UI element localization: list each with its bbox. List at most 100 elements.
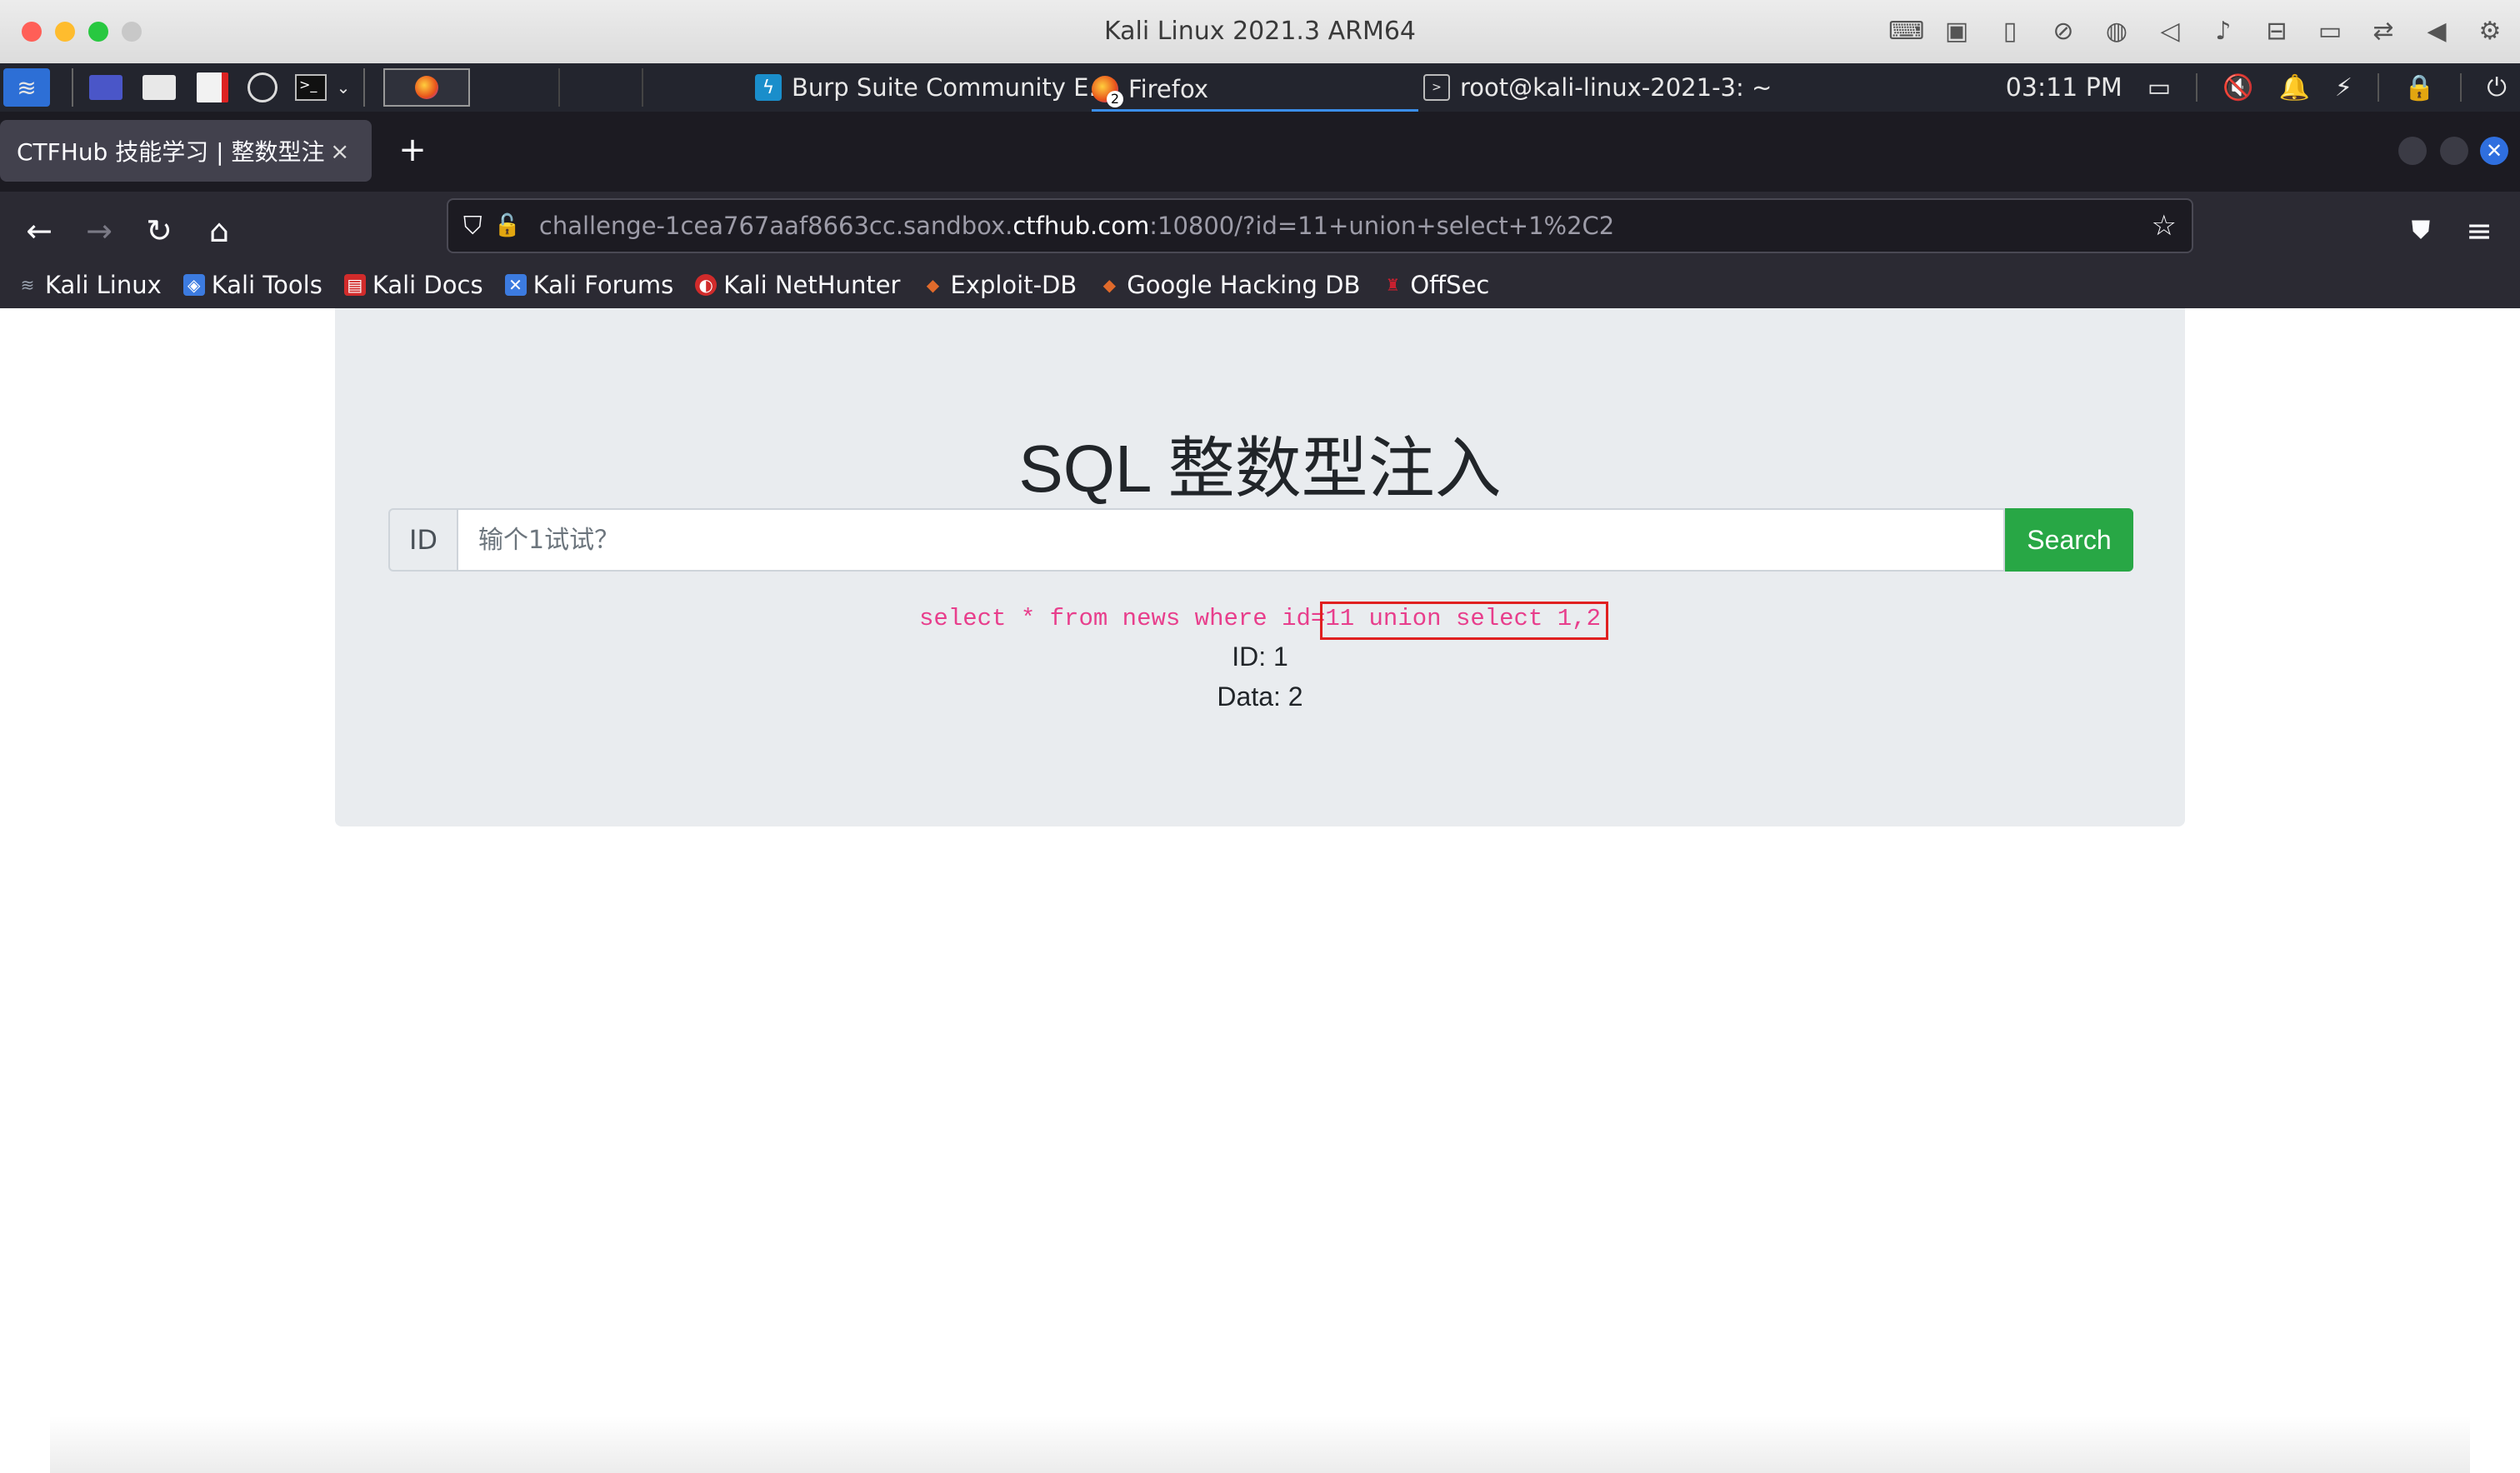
text-editor-icon — [197, 72, 228, 102]
panel-separator — [558, 68, 560, 107]
vm-toolbar: ⌨ ▣ ▯ ⊘ ◍ ◁ ♪ ⊟ ▭ ⇄ ◀ ⚙ — [1888, 15, 2505, 48]
kali-dragon-icon: ≋ — [17, 73, 37, 102]
url-prefix: challenge-1cea767aaf8663cc.sandbox. — [538, 212, 1013, 240]
search-form: ID Search — [388, 508, 2133, 572]
url-suffix: :10800/?id=11+union+select+1%2C2 — [1149, 212, 1615, 240]
panel-separator — [642, 68, 643, 107]
forward-arrow-icon[interactable]: → — [78, 210, 120, 252]
workspace-switcher[interactable] — [383, 68, 470, 107]
url-text: challenge-1cea767aaf8663cc.sandbox.ctfhu… — [539, 212, 1614, 240]
firefox-icon: 2 — [1092, 75, 1123, 107]
bookmark-kali-docs[interactable]: ▤ Kali Docs — [343, 271, 483, 299]
bookmark-kali-tools[interactable]: ◈ Kali Tools — [182, 271, 322, 299]
url-domain: ctfhub.com — [1012, 212, 1150, 240]
panel-separator — [2196, 73, 2198, 102]
taskbar-burp[interactable]: ϟ Burp Suite Community E... — [755, 68, 1112, 107]
system-tray: 03:11 PM ▭ 🔇 🔔 ⚡ 🔒 ⏻ — [2006, 68, 2507, 107]
globe-icon[interactable]: ◍ — [2102, 15, 2132, 48]
search-input[interactable] — [458, 508, 2005, 572]
result-data: Data: 2 — [1217, 682, 1303, 712]
burp-icon: ϟ — [755, 74, 782, 101]
video-icon[interactable]: ▭ — [2315, 15, 2345, 48]
display-icon[interactable]: ▭ — [2148, 73, 2171, 102]
camera-off-icon[interactable]: ⊘ — [2048, 15, 2078, 48]
notification-bell-icon[interactable]: 🔔 — [2278, 73, 2309, 102]
close-browser-button[interactable]: ✕ — [2480, 137, 2508, 165]
window-count-badge: 2 — [1107, 90, 1123, 107]
search-button[interactable]: Search — [2005, 508, 2133, 572]
folder-icon — [142, 75, 176, 100]
reload-icon[interactable]: ↻ — [138, 210, 180, 252]
taskbar-firefox-label: Firefox — [1128, 74, 1208, 103]
bookmark-google-hacking-db[interactable]: ◆ Google Hacking DB — [1098, 271, 1361, 299]
bookmark-label: Kali Tools — [211, 271, 322, 299]
bookmark-star-icon[interactable]: ☆ — [2152, 209, 2177, 242]
offsec-icon: ♜ — [1385, 275, 1401, 295]
maximize-browser-button[interactable] — [2440, 137, 2468, 165]
file-manager-button[interactable] — [140, 68, 178, 107]
tab-ctfhub[interactable]: CTFHub 技能学习 | 整数型注入 × — [0, 120, 372, 182]
taskbar-burp-label: Burp Suite Community E... — [792, 73, 1112, 102]
page-jumbotron: SQL 整数型注入 ID Search select * from news w… — [335, 308, 2185, 826]
kali-docs-icon: ▤ — [343, 274, 366, 296]
browser-tab-strip: CTFHub 技能学习 | 整数型注入 × + ✕ — [0, 112, 2520, 192]
bookmark-offsec[interactable]: ♜ OffSec — [1382, 271, 1489, 299]
kali-icon: ≋ — [20, 275, 35, 295]
sql-query: select * from news where id=11 union sel… — [335, 605, 2185, 632]
panel-separator — [2460, 73, 2462, 102]
speaker-icon[interactable]: ◁ — [2155, 15, 2185, 48]
back-triangle-icon[interactable]: ◀ — [2422, 15, 2452, 48]
new-tab-button[interactable]: + — [392, 130, 433, 172]
text-editor-button[interactable] — [193, 68, 232, 107]
clock[interactable]: 03:11 PM — [2006, 73, 2122, 102]
bookmark-kali-nethunter[interactable]: ◐ Kali NetHunter — [695, 271, 900, 299]
bookmark-exploit-db[interactable]: ◆ Exploit-DB — [922, 271, 1078, 299]
mouse-icon[interactable]: ▯ — [1995, 15, 2025, 48]
power-icon[interactable]: ⚡ — [2335, 73, 2352, 102]
insecure-lock-icon[interactable]: 🔓 — [494, 213, 521, 238]
keyboard-icon[interactable]: ⌨ — [1888, 15, 1924, 48]
nethunter-icon: ◐ — [695, 274, 718, 296]
tab-close-icon[interactable]: × — [330, 137, 349, 165]
globe-icon — [248, 72, 278, 102]
hamburger-menu-icon[interactable]: ≡ — [2458, 210, 2500, 252]
terminal-icon: > — [1423, 74, 1450, 101]
home-icon[interactable]: ⌂ — [198, 210, 240, 252]
taskbar-terminal[interactable]: > root@kali-linux-2021-3: ~ — [1423, 68, 1772, 107]
url-bar[interactable]: ⛉ 🔓 challenge-1cea767aaf8663cc.sandbox.c… — [447, 198, 2193, 253]
chevron-down-icon[interactable]: ⌄ — [332, 68, 355, 107]
page-title: SQL 整数型注入 — [1018, 432, 1502, 506]
browser-navbar: ← → ↻ ⌂ ⛉ 🔓 challenge-1cea767aaf8663cc.s… — [0, 192, 2520, 270]
taskbar-terminal-label: root@kali-linux-2021-3: ~ — [1460, 73, 1772, 102]
bookmark-kali-forums[interactable]: ✕ Kali Forums — [504, 271, 674, 299]
bookmarks-toolbar: ≋ Kali Linux ◈ Kali Tools ▤ Kali Docs ✕ Kali… — [0, 262, 2520, 308]
logout-icon[interactable]: ⏻ — [2487, 73, 2507, 102]
pocket-icon[interactable]: ⛊ — [2400, 210, 2442, 252]
injection-highlight-box — [1320, 602, 1608, 640]
tab-title: CTFHub 技能学习 | 整数型注入 — [17, 138, 325, 166]
bookmark-label: Exploit-DB — [950, 271, 1078, 299]
terminal-launcher-button[interactable]: >_ — [292, 68, 330, 107]
lock-icon[interactable]: 🔒 — [2404, 73, 2435, 102]
back-arrow-icon[interactable]: ← — [18, 210, 60, 252]
shield-icon[interactable]: ⛉ — [463, 212, 482, 241]
bookmark-label: Google Hacking DB — [1127, 271, 1361, 299]
kali-menu-button[interactable]: ≋ — [3, 68, 50, 107]
bookmark-label: Kali Linux — [45, 271, 162, 299]
minimize-browser-button[interactable] — [2398, 137, 2427, 165]
show-desktop-button[interactable] — [87, 68, 125, 107]
gear-icon[interactable]: ⚙ — [2475, 15, 2505, 48]
panel-separator — [72, 68, 73, 107]
microphone-icon[interactable]: ♪ — [2208, 15, 2238, 48]
web-browser-button[interactable] — [243, 68, 282, 107]
share-icon[interactable]: ⇄ — [2368, 15, 2398, 48]
sql-query-prefix: select * from news where id= — [919, 605, 1326, 632]
firefox-icon — [415, 76, 438, 99]
drive-icon[interactable]: ⊟ — [2262, 15, 2292, 48]
bookmark-kali-linux[interactable]: ≋ Kali Linux — [17, 271, 162, 299]
bookmark-label: Kali Forums — [532, 271, 674, 299]
bookmark-label: Kali NetHunter — [723, 271, 901, 299]
cpu-icon[interactable]: ▣ — [1942, 15, 1972, 48]
volume-muted-icon[interactable]: 🔇 — [2222, 73, 2253, 102]
taskbar-firefox[interactable]: 2 Firefox — [1092, 68, 1418, 112]
